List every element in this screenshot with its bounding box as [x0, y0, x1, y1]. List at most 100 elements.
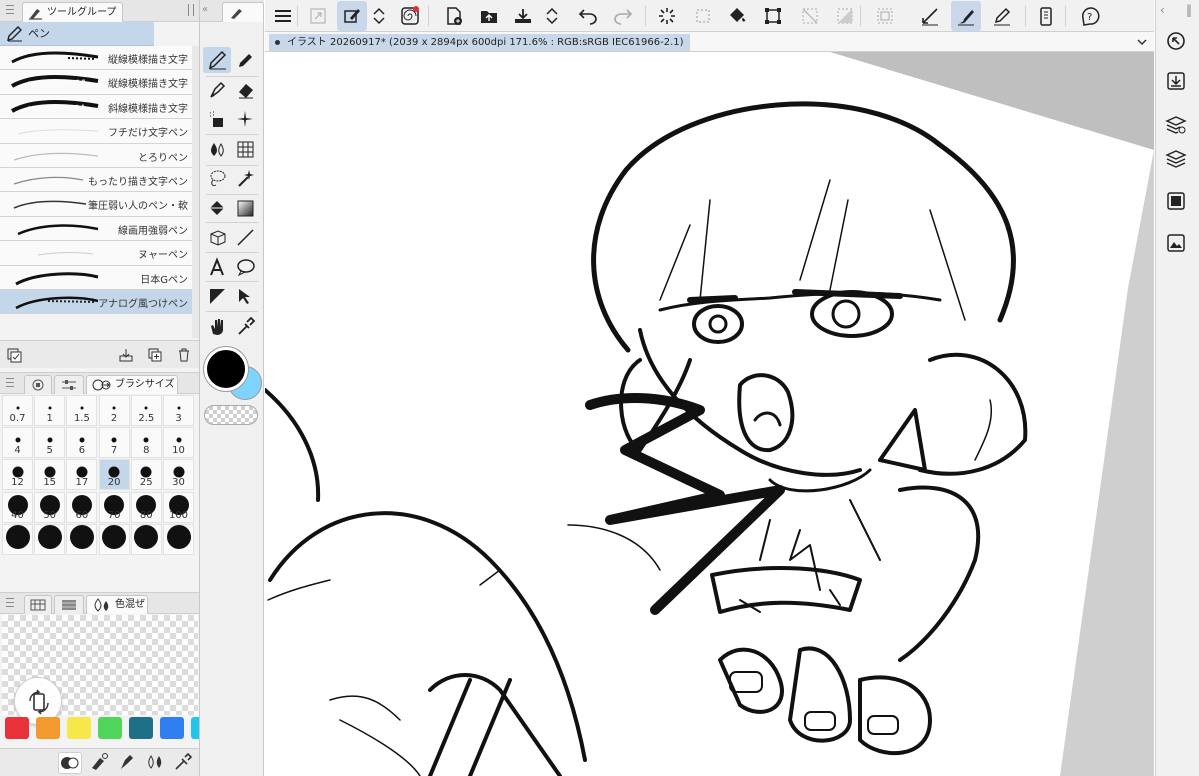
fullscreen-button[interactable] — [303, 1, 333, 31]
brush-item[interactable]: 斜線模様描き文字 — [0, 94, 192, 120]
brush-size-option[interactable] — [98, 523, 130, 555]
color-swatch[interactable] — [5, 717, 29, 739]
navigator-button[interactable] — [1165, 190, 1191, 216]
fill-button[interactable] — [722, 1, 752, 31]
tool-eraser-button[interactable] — [231, 77, 259, 103]
panel-collapse-handle[interactable] — [188, 4, 194, 16]
panel-menu-icon[interactable] — [6, 378, 14, 387]
chevron-down-icon[interactable] — [1136, 36, 1148, 48]
pen-button[interactable] — [987, 1, 1017, 31]
tool-gradient-button[interactable] — [231, 195, 259, 221]
tool-balloon-button[interactable] — [231, 254, 259, 280]
brush-item[interactable]: 筆圧弱い人のペン・軟 — [0, 192, 192, 217]
canvas-area[interactable] — [265, 52, 1154, 776]
trash-icon[interactable] — [176, 347, 192, 363]
image-button[interactable] — [1165, 232, 1191, 258]
color-swatch[interactable] — [129, 717, 153, 739]
brush-size-option[interactable]: 25 — [130, 459, 162, 491]
pen-settings-tab[interactable] — [116, 752, 140, 774]
brush-size-option[interactable]: 80 — [130, 491, 162, 523]
brush-size-option[interactable]: 1.5 — [66, 395, 98, 426]
brush-item[interactable]: 線画用強弱ペン — [0, 216, 192, 242]
main-color-circle[interactable] — [204, 347, 248, 391]
tool-ink-pen-button[interactable] — [203, 77, 231, 103]
crop-button[interactable] — [758, 1, 788, 31]
brush-size-option[interactable]: 50 — [34, 491, 66, 523]
tool-pen-button[interactable] — [203, 47, 231, 73]
brush-item-selected[interactable]: アナログ風つけペン — [0, 289, 192, 315]
transparent-color-button[interactable] — [204, 405, 258, 425]
brush-size-option[interactable]: 2 — [98, 395, 130, 426]
tab-tool[interactable] — [222, 2, 264, 22]
brush-item[interactable]: もったり描き文字ペン — [0, 167, 192, 193]
clear-selection-button[interactable] — [795, 1, 825, 31]
up-down-button[interactable] — [368, 1, 390, 31]
tool-eyedropper-button[interactable] — [231, 313, 259, 339]
brush-size-option[interactable]: 100 — [163, 491, 194, 523]
new-file-button[interactable] — [439, 1, 469, 31]
brush-size-option[interactable]: 1 — [34, 395, 66, 426]
tool-fill-button[interactable] — [203, 195, 231, 221]
quick-access-button[interactable] — [1165, 30, 1191, 56]
line-button[interactable] — [915, 1, 945, 31]
brush-size-option[interactable]: 10 — [163, 427, 194, 459]
selection-button[interactable] — [688, 1, 718, 31]
brush-size-option[interactable] — [66, 523, 98, 555]
brush-size-option[interactable]: 0.7 — [2, 395, 33, 426]
loading-button[interactable] — [652, 1, 682, 31]
brush-size-option[interactable]: 40 — [2, 491, 33, 523]
tool-text-button[interactable] — [203, 254, 231, 280]
color-wheel-tab[interactable] — [58, 752, 82, 774]
brush-size-option[interactable]: 6 — [66, 427, 98, 459]
selected-tool-row[interactable]: ペン — [0, 22, 154, 46]
selection-edit-button[interactable] — [337, 1, 367, 31]
brush-size-option[interactable] — [34, 523, 66, 555]
brush-size-option[interactable]: 30 — [163, 459, 194, 491]
panel-grip-icon[interactable]: ‖ — [1186, 3, 1192, 17]
brush-size-option[interactable] — [163, 523, 194, 555]
brush-item[interactable]: 縦線模様描き文字 — [0, 70, 192, 95]
tab-color-mix[interactable]: 色混ぜ — [86, 595, 148, 614]
tool-settings-icon[interactable] — [6, 347, 22, 363]
spiral-button[interactable] — [395, 1, 425, 31]
border-button[interactable] — [870, 1, 900, 31]
tab-intermediate-color[interactable] — [54, 595, 84, 614]
tab-color-set[interactable] — [24, 595, 52, 614]
brush-button[interactable] — [951, 1, 981, 31]
import-button[interactable] — [1165, 70, 1191, 96]
color-swatch[interactable] — [160, 717, 184, 739]
brush-size-option[interactable]: 2.5 — [130, 395, 162, 426]
brush-size-option[interactable]: 12 — [2, 459, 33, 491]
brush-size-option[interactable]: 20 — [98, 459, 130, 491]
tool-grid-button[interactable] — [231, 136, 259, 162]
illustration-canvas[interactable] — [265, 52, 1154, 776]
undo-button[interactable] — [573, 1, 603, 31]
brush-size-option[interactable]: 15 — [34, 459, 66, 491]
tab-record[interactable] — [24, 375, 52, 394]
tool-hand-button[interactable] — [203, 313, 231, 339]
redo-button[interactable] — [608, 1, 638, 31]
up-down-button[interactable] — [541, 1, 563, 31]
brush-size-option[interactable]: 60 — [66, 491, 98, 523]
color-swatch[interactable] — [191, 717, 199, 739]
brush-size-option[interactable]: 7 — [98, 427, 130, 459]
tool-line-button[interactable] — [231, 224, 259, 250]
collapse-left-icon[interactable]: « — [202, 4, 208, 15]
tool-airbrush-button[interactable] — [203, 106, 231, 132]
brush-size-option[interactable]: 70 — [98, 491, 130, 523]
brush-size-option[interactable]: 5 — [34, 427, 66, 459]
device-button[interactable] — [1031, 1, 1061, 31]
tab-tool-group[interactable]: ツールグループ — [22, 2, 124, 22]
brush-settings-tab[interactable] — [88, 752, 112, 774]
brush-item[interactable]: とろりペン — [0, 143, 192, 168]
brush-list-scrollbar[interactable] — [192, 46, 199, 338]
save-button[interactable] — [508, 1, 538, 31]
color-swatch[interactable] — [36, 717, 60, 739]
color-swatch[interactable] — [98, 717, 122, 739]
open-folder-button[interactable] — [474, 1, 504, 31]
tool-object-select-button[interactable] — [231, 283, 259, 309]
drops-tab[interactable] — [144, 752, 168, 774]
brush-item[interactable]: ヌャーペン — [0, 241, 192, 266]
eyedropper-tab[interactable] — [172, 752, 196, 774]
brush-size-option[interactable]: 17 — [66, 459, 98, 491]
